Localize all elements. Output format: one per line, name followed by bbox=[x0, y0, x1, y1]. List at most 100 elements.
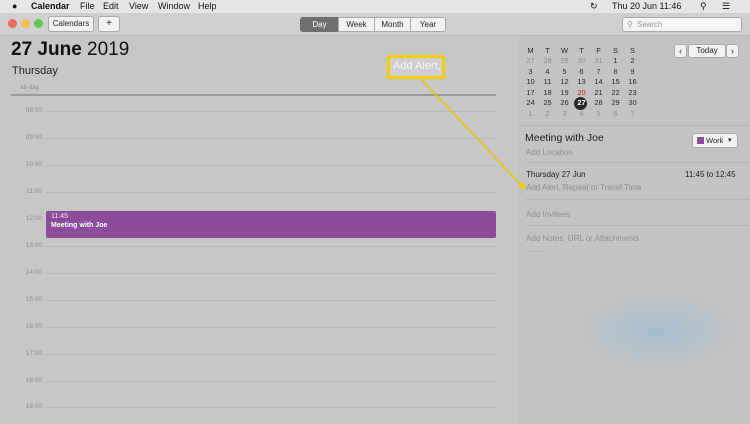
event-block[interactable]: 11:45 Meeting with Joe bbox=[46, 211, 496, 238]
mini-calendar-day[interactable]: 6 bbox=[573, 67, 590, 76]
event-title: Meeting with Joe bbox=[51, 222, 108, 229]
hour-label: 18:00 bbox=[25, 377, 42, 384]
mini-calendar-day[interactable]: 18 bbox=[539, 88, 556, 97]
hour-label-early: 08:00 bbox=[25, 107, 42, 114]
mini-calendar-day[interactable]: 29 bbox=[556, 56, 573, 65]
date-heading: 27 June 2019 bbox=[11, 39, 129, 61]
mini-calendar-day[interactable]: 7 bbox=[590, 67, 607, 76]
menu-view[interactable]: View bbox=[129, 1, 148, 11]
event-time: 11:45 bbox=[51, 213, 68, 220]
mini-calendar-day[interactable]: 17 bbox=[522, 88, 539, 97]
mini-calendar-day[interactable]: 24 bbox=[522, 98, 539, 107]
search-icon[interactable]: ⚲ bbox=[700, 1, 707, 12]
notes-field[interactable]: Add Notes, URL or Attachments bbox=[526, 234, 639, 243]
apple-icon[interactable]: ● bbox=[12, 1, 17, 11]
mini-calendar-day[interactable]: 14 bbox=[590, 77, 607, 86]
menu-app-name[interactable]: Calendar bbox=[31, 1, 70, 11]
menu-extras-icon[interactable]: ☰ bbox=[722, 1, 730, 12]
inspector-title[interactable]: Meeting with Joe bbox=[525, 132, 604, 144]
event-time-range[interactable]: 11:45 to 12:45 bbox=[685, 170, 736, 179]
location-field[interactable]: Add Location bbox=[526, 148, 573, 157]
mini-calendar-day[interactable]: 3 bbox=[522, 67, 539, 76]
mini-calendar-day[interactable]: 26 bbox=[556, 98, 573, 107]
mini-calendar-day[interactable]: 19 bbox=[556, 88, 573, 97]
hour-line bbox=[45, 381, 496, 382]
hour-line bbox=[45, 165, 496, 166]
weekday-header: T bbox=[545, 46, 550, 55]
event-inspector: Meeting with Joe Work ▾ Add Location Thu… bbox=[518, 126, 750, 424]
tab-week[interactable]: Week bbox=[338, 17, 375, 32]
mini-calendar-day[interactable]: 16 bbox=[624, 77, 641, 86]
mini-calendar-day[interactable]: 21 bbox=[590, 88, 607, 97]
add-event-button[interactable]: + bbox=[98, 16, 120, 32]
mini-calendar-day[interactable]: 27 bbox=[573, 98, 590, 107]
mini-calendar-day[interactable]: 20 bbox=[573, 88, 590, 97]
hour-line bbox=[45, 192, 496, 193]
event-date[interactable]: Thursday 27 Jun bbox=[526, 170, 586, 179]
hour-line bbox=[45, 138, 496, 139]
mini-calendar-day[interactable]: 1 bbox=[607, 56, 624, 65]
mini-calendar-day[interactable]: 10 bbox=[522, 77, 539, 86]
hour-label: 14:00 bbox=[25, 269, 42, 276]
mini-calendar-day[interactable]: 7 bbox=[624, 109, 641, 118]
mini-calendar-day[interactable]: 31 bbox=[590, 56, 607, 65]
mini-calendar-day[interactable]: 28 bbox=[590, 98, 607, 107]
mini-calendar-day[interactable]: 8 bbox=[607, 67, 624, 76]
minimize-window-button[interactable] bbox=[21, 19, 30, 28]
mini-calendar-day[interactable]: 29 bbox=[607, 98, 624, 107]
calendar-picker-label: Work bbox=[706, 136, 724, 145]
mini-calendar-day[interactable]: 30 bbox=[573, 56, 590, 65]
close-window-button[interactable] bbox=[8, 19, 17, 28]
tab-month[interactable]: Month bbox=[374, 17, 411, 32]
calendar-picker[interactable]: Work ▾ bbox=[692, 133, 738, 148]
weekday-label: Thursday bbox=[12, 65, 58, 77]
menu-edit[interactable]: Edit bbox=[103, 1, 119, 11]
mini-calendar-day[interactable]: 25 bbox=[539, 98, 556, 107]
tab-year[interactable]: Year bbox=[410, 17, 446, 32]
invitees-field[interactable]: Add Invitees bbox=[526, 210, 570, 219]
menu-window[interactable]: Window bbox=[158, 1, 190, 11]
hour-line bbox=[45, 246, 496, 247]
mini-calendar-day[interactable]: 4 bbox=[573, 109, 590, 118]
search-field[interactable]: ⚲ Search bbox=[622, 17, 742, 32]
hour-label: 15:00 bbox=[25, 296, 42, 303]
menu-file[interactable]: File bbox=[80, 1, 95, 11]
callout-text: Add Alert, bbox=[393, 60, 441, 72]
mini-calendar-day[interactable]: 2 bbox=[624, 56, 641, 65]
menubar-clock[interactable]: Thu 20 Jun 11:46 bbox=[612, 1, 681, 11]
hour-line bbox=[45, 407, 496, 408]
mini-calendar-day[interactable]: 6 bbox=[607, 109, 624, 118]
prev-month-button[interactable]: ‹ bbox=[674, 44, 687, 58]
mini-calendar-day[interactable]: 1 bbox=[522, 109, 539, 118]
chevron-right-icon: › bbox=[731, 46, 734, 56]
mini-calendar-day[interactable]: 12 bbox=[556, 77, 573, 86]
mini-calendar-day[interactable]: 27 bbox=[522, 56, 539, 65]
mini-calendar-day[interactable]: 22 bbox=[607, 88, 624, 97]
mini-calendar-day[interactable]: 2 bbox=[539, 109, 556, 118]
mini-calendar-day[interactable]: 4 bbox=[539, 67, 556, 76]
zoom-window-button[interactable] bbox=[34, 19, 43, 28]
mini-calendar-day[interactable]: 5 bbox=[590, 109, 607, 118]
mini-calendar-day[interactable]: 23 bbox=[624, 88, 641, 97]
mini-calendar-day[interactable]: 3 bbox=[556, 109, 573, 118]
mini-calendar-day[interactable]: 30 bbox=[624, 98, 641, 107]
mini-calendar-day[interactable]: 9 bbox=[624, 67, 641, 76]
menu-help[interactable]: Help bbox=[198, 1, 217, 11]
hour-line bbox=[45, 327, 496, 328]
mini-calendar-day[interactable]: 13 bbox=[573, 77, 590, 86]
hour-label: 13:00 bbox=[25, 242, 42, 249]
today-button[interactable]: Today bbox=[688, 44, 726, 58]
time-machine-icon[interactable]: ↻ bbox=[590, 1, 598, 12]
next-month-button[interactable]: › bbox=[726, 44, 739, 58]
weekday-header: S bbox=[629, 46, 635, 55]
mini-calendar-day[interactable]: 15 bbox=[607, 77, 624, 86]
alert-field[interactable]: Add Alert, Repeat or Travel Time bbox=[526, 183, 642, 192]
mini-calendar-day[interactable]: 11 bbox=[539, 77, 556, 86]
tab-day[interactable]: Day bbox=[300, 17, 339, 32]
day-view: 27 June 2019 Thursday all-day 08:00 09:0… bbox=[0, 36, 518, 424]
hour-label: 09:00 bbox=[25, 134, 42, 141]
mini-calendar-day[interactable]: 28 bbox=[539, 56, 556, 65]
hour-label: 12:00 bbox=[25, 215, 42, 222]
calendars-button[interactable]: Calendars bbox=[48, 16, 94, 32]
mini-calendar-day[interactable]: 5 bbox=[556, 67, 573, 76]
